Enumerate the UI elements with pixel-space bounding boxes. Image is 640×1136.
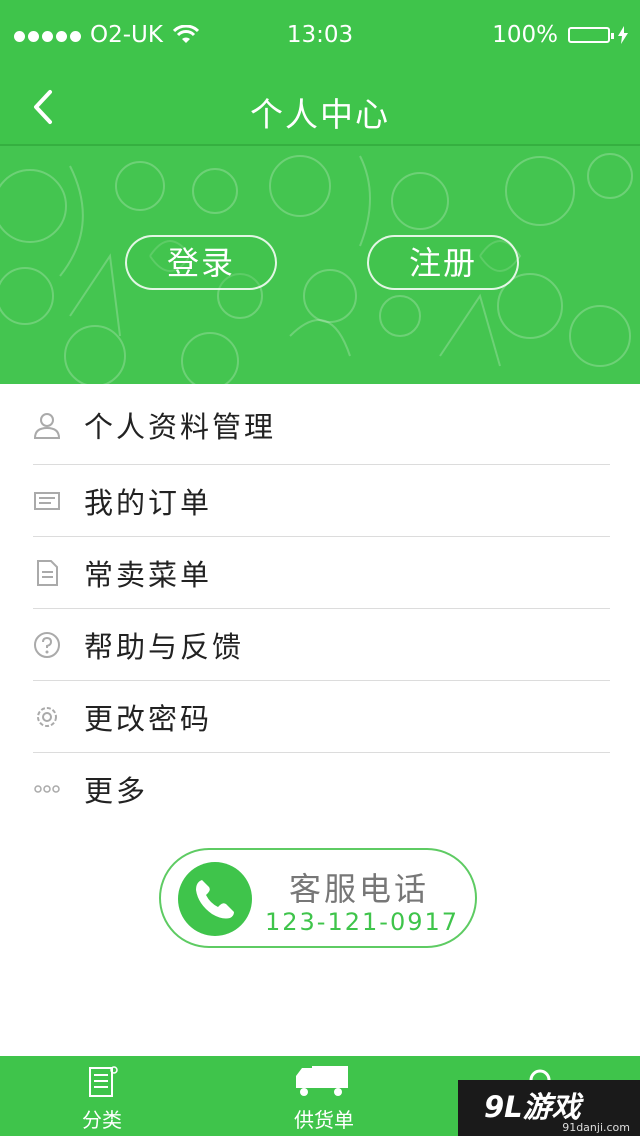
tab-category[interactable]: 分类 bbox=[32, 1056, 172, 1136]
menu-item-orders[interactable]: 我的订单 bbox=[0, 465, 640, 537]
vegetable-pattern-background bbox=[0, 153, 633, 384]
menu-item-help-feedback[interactable]: 帮助与反馈 bbox=[0, 609, 640, 681]
document-icon bbox=[37, 560, 58, 586]
order-icon bbox=[34, 492, 60, 510]
service-phone-number: 123-121-0917 bbox=[265, 908, 460, 936]
menu-item-label: 帮助与反馈 bbox=[84, 630, 245, 664]
register-button[interactable]: 注册 bbox=[367, 235, 519, 290]
menu-item-more[interactable]: 更多 bbox=[0, 753, 640, 825]
status-right: 100% bbox=[492, 22, 628, 48]
gear-icon bbox=[37, 707, 57, 727]
help-icon bbox=[34, 632, 60, 658]
charging-icon bbox=[618, 26, 628, 44]
menu-item-label: 个人资料管理 bbox=[84, 409, 277, 444]
customer-service-button[interactable]: 客服电话 123-121-0917 bbox=[159, 848, 477, 948]
profile-banner: 登录 注册 bbox=[0, 146, 640, 384]
menu-item-profile[interactable]: 个人资料管理 bbox=[0, 384, 640, 465]
person-icon bbox=[33, 412, 61, 439]
tab-bar: 分类 供货单 9L游戏 91danji.com bbox=[0, 1056, 640, 1136]
menu-item-label: 我的订单 bbox=[84, 486, 213, 520]
service-title: 客服电话 bbox=[289, 870, 430, 908]
menu-item-label: 更改密码 bbox=[84, 702, 213, 736]
status-bar: O2-UK 13:03 100% bbox=[0, 0, 640, 70]
navigation-bar: 个人中心 bbox=[0, 70, 640, 144]
tab-label: 供货单 bbox=[294, 1108, 354, 1132]
list-icon bbox=[89, 1066, 118, 1097]
menu-item-change-password[interactable]: 更改密码 bbox=[0, 681, 640, 753]
tab-supply-order[interactable]: 供货单 bbox=[254, 1056, 394, 1136]
phone-icon bbox=[178, 862, 252, 936]
profile-menu: 个人资料管理 我的订单 常卖菜单 帮助与反馈 更改密码 更多 bbox=[0, 384, 640, 825]
menu-item-frequent-menu[interactable]: 常卖菜单 bbox=[0, 537, 640, 609]
watermark-logo-text: 9L游戏 bbox=[484, 1090, 581, 1124]
more-icon bbox=[34, 785, 60, 793]
tab-label: 分类 bbox=[82, 1108, 122, 1132]
menu-item-label: 更多 bbox=[84, 774, 149, 808]
menu-item-label: 常卖菜单 bbox=[84, 558, 213, 592]
page-title: 个人中心 bbox=[250, 95, 390, 134]
watermark-domain: 91danji.com bbox=[562, 1121, 630, 1134]
battery-percent: 100% bbox=[492, 22, 558, 48]
truck-icon bbox=[296, 1066, 348, 1096]
site-watermark: 9L游戏 91danji.com bbox=[458, 1080, 640, 1136]
login-button[interactable]: 登录 bbox=[125, 235, 277, 290]
battery-icon bbox=[568, 27, 614, 43]
